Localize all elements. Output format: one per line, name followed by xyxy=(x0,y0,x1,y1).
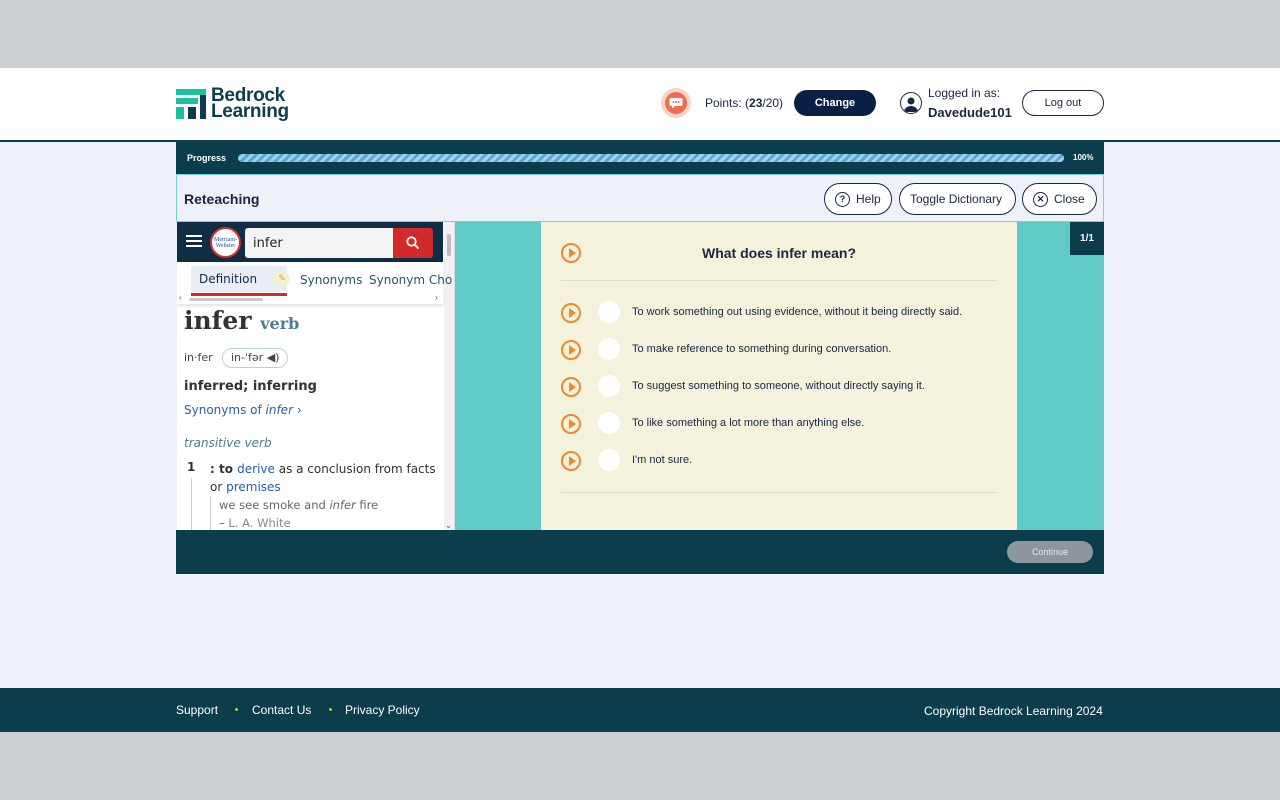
question-circle-icon: ? xyxy=(835,191,850,207)
close-button[interactable]: ✕ Close xyxy=(1022,183,1097,215)
speaker-icon: ◀) xyxy=(266,351,280,364)
synonyms-link[interactable]: Synonyms of infer › xyxy=(184,403,302,417)
search-button[interactable] xyxy=(393,228,433,258)
merriam-webster-logo[interactable]: Merriam-Webster xyxy=(210,227,241,258)
change-button[interactable]: Change xyxy=(794,90,876,116)
progress-label: Progress xyxy=(187,153,227,163)
logo-line2: Learning xyxy=(211,101,289,122)
play-icon[interactable] xyxy=(561,451,581,471)
pencil-icon: ✎ xyxy=(274,272,290,286)
search-icon xyxy=(406,236,420,250)
activity-title: Reteaching xyxy=(184,191,260,207)
toggle-dictionary-button[interactable]: Toggle Dictionary xyxy=(899,183,1016,215)
divider xyxy=(561,280,997,281)
verb-type: transitive verb xyxy=(184,436,272,450)
inflections: inferred; inferring xyxy=(184,379,317,394)
activity-panel: Progress 100% Reteaching ? Help Toggle Di… xyxy=(176,142,1104,574)
footer-separator xyxy=(235,708,238,711)
dictionary-panel: Merriam-Webster ⌄ Definition ✎ Synonyms … xyxy=(177,222,455,530)
scroll-down-icon[interactable]: ⌄ xyxy=(445,521,452,530)
user-icon xyxy=(900,92,922,114)
option-text[interactable]: To like something a lot more than anythi… xyxy=(632,417,864,429)
progress-bar xyxy=(238,154,1064,162)
play-icon[interactable] xyxy=(561,340,581,360)
play-icon[interactable] xyxy=(561,414,581,434)
progress-bar-row: Progress 100% xyxy=(176,142,1104,174)
bedrock-logo[interactable]: Bedrock Learning xyxy=(176,86,289,122)
option-radio[interactable] xyxy=(598,338,620,360)
scroll-right-icon[interactable]: › xyxy=(435,293,438,302)
help-button[interactable]: ? Help xyxy=(824,183,892,215)
option-text[interactable]: To suggest something to someone, without… xyxy=(632,380,925,392)
dictionary-search-input[interactable] xyxy=(245,228,393,258)
logout-button[interactable]: Log out xyxy=(1022,90,1104,116)
activity-toolbar: Reteaching ? Help Toggle Dictionary ✕ Clos… xyxy=(176,174,1104,222)
option-radio[interactable] xyxy=(598,449,620,471)
contact-us-link[interactable]: Contact Us xyxy=(252,703,311,717)
dictionary-tabs: Definition ✎ Synonyms Synonym Cho ‹ › xyxy=(177,262,452,304)
support-link[interactable]: Support xyxy=(176,703,218,717)
derive-link[interactable]: derive xyxy=(237,462,275,476)
site-header: Bedrock Learning Points: (23/20) Change … xyxy=(0,68,1280,142)
part-of-speech: verb xyxy=(260,314,300,333)
option-radio[interactable] xyxy=(598,375,620,397)
points-display: Points: (23/20) xyxy=(705,96,784,110)
hamburger-icon[interactable] xyxy=(186,235,202,247)
option-radio[interactable] xyxy=(598,301,620,323)
usage-example: we see smoke and infer fire – L. A. White xyxy=(210,496,438,530)
logged-in-label: Logged in as: xyxy=(928,86,1001,100)
play-icon[interactable] xyxy=(561,377,581,397)
speech-bubble-icon xyxy=(661,88,691,118)
dictionary-header: Merriam-Webster xyxy=(177,222,443,262)
pronunciation-button[interactable]: in-ˈfər ◀) xyxy=(222,348,289,368)
footer-separator xyxy=(329,708,332,711)
headword: infer verb xyxy=(184,306,300,335)
dictionary-scrollbar[interactable]: ⌄ xyxy=(444,222,454,530)
option-text[interactable]: To make reference to something during co… xyxy=(632,343,891,355)
sense-definition: : to derive as a conclusion from facts o… xyxy=(210,462,436,494)
question-counter: 1/1 xyxy=(1070,222,1104,255)
premises-link[interactable]: premises xyxy=(226,480,281,494)
progress-percent: 100% xyxy=(1073,153,1094,162)
continue-button[interactable]: Continue xyxy=(1007,541,1093,563)
sense-number: 1 xyxy=(187,460,196,474)
question-card: What does infer mean? To work something … xyxy=(541,222,1017,530)
activity-footer-bar: Continue xyxy=(176,530,1104,574)
tab-scrollbar[interactable]: ‹ › xyxy=(179,293,443,302)
question-title: What does infer mean? xyxy=(701,245,857,261)
close-circle-icon: ✕ xyxy=(1033,191,1048,207)
option-radio[interactable] xyxy=(598,412,620,434)
privacy-policy-link[interactable]: Privacy Policy xyxy=(345,703,420,717)
tab-synonym-chooser[interactable]: Synonym Cho xyxy=(369,273,452,287)
divider xyxy=(561,492,997,493)
question-area: What does infer mean? To work something … xyxy=(455,222,1104,530)
copyright-text: Copyright Bedrock Learning 2024 xyxy=(924,704,1103,718)
points-current: 23 xyxy=(749,96,763,110)
site-footer: Support Contact Us Privacy Policy Copyri… xyxy=(0,688,1280,732)
tab-definition[interactable]: Definition ✎ xyxy=(191,266,290,292)
scroll-left-icon[interactable]: ‹ xyxy=(179,293,182,302)
play-icon[interactable] xyxy=(561,303,581,323)
bedrock-logo-icon xyxy=(176,89,206,119)
username: Davedude101 xyxy=(928,105,1012,120)
sense-divider xyxy=(191,478,192,530)
option-text[interactable]: To work something out using evidence, wi… xyxy=(632,306,962,318)
syllables: in·fer xyxy=(184,351,213,364)
tab-synonyms[interactable]: Synonyms xyxy=(300,273,362,287)
option-text[interactable]: I'm not sure. xyxy=(632,454,692,466)
